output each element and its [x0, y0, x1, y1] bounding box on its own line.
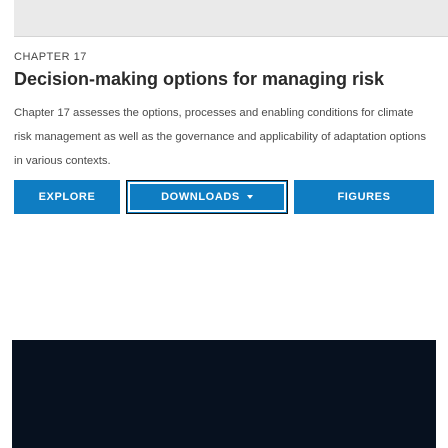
footer-band [12, 340, 436, 448]
explore-button-label: EXPLORE [38, 191, 96, 203]
action-buttons: EXPLORE DOWNLOADS FIGURES [14, 180, 434, 214]
chapter-intro: CHAPTER 17 Decision-making options for m… [14, 50, 434, 173]
top-band [14, 0, 448, 37]
explore-button[interactable]: EXPLORE [14, 180, 120, 214]
figures-button[interactable]: FIGURES [294, 180, 434, 214]
downloads-button[interactable]: DOWNLOADS [126, 180, 288, 214]
downloads-button-label: DOWNLOADS [161, 191, 240, 203]
chevron-down-icon [246, 195, 253, 199]
chapter-label: CHAPTER 17 [14, 51, 87, 63]
figures-button-label: FIGURES [337, 191, 391, 203]
chapter-description: Chapter 17 assesses the options, process… [14, 107, 426, 167]
page: CHAPTER 17 Decision-making options for m… [0, 0, 448, 448]
page-title: Decision-making options for managing ris… [14, 69, 385, 89]
